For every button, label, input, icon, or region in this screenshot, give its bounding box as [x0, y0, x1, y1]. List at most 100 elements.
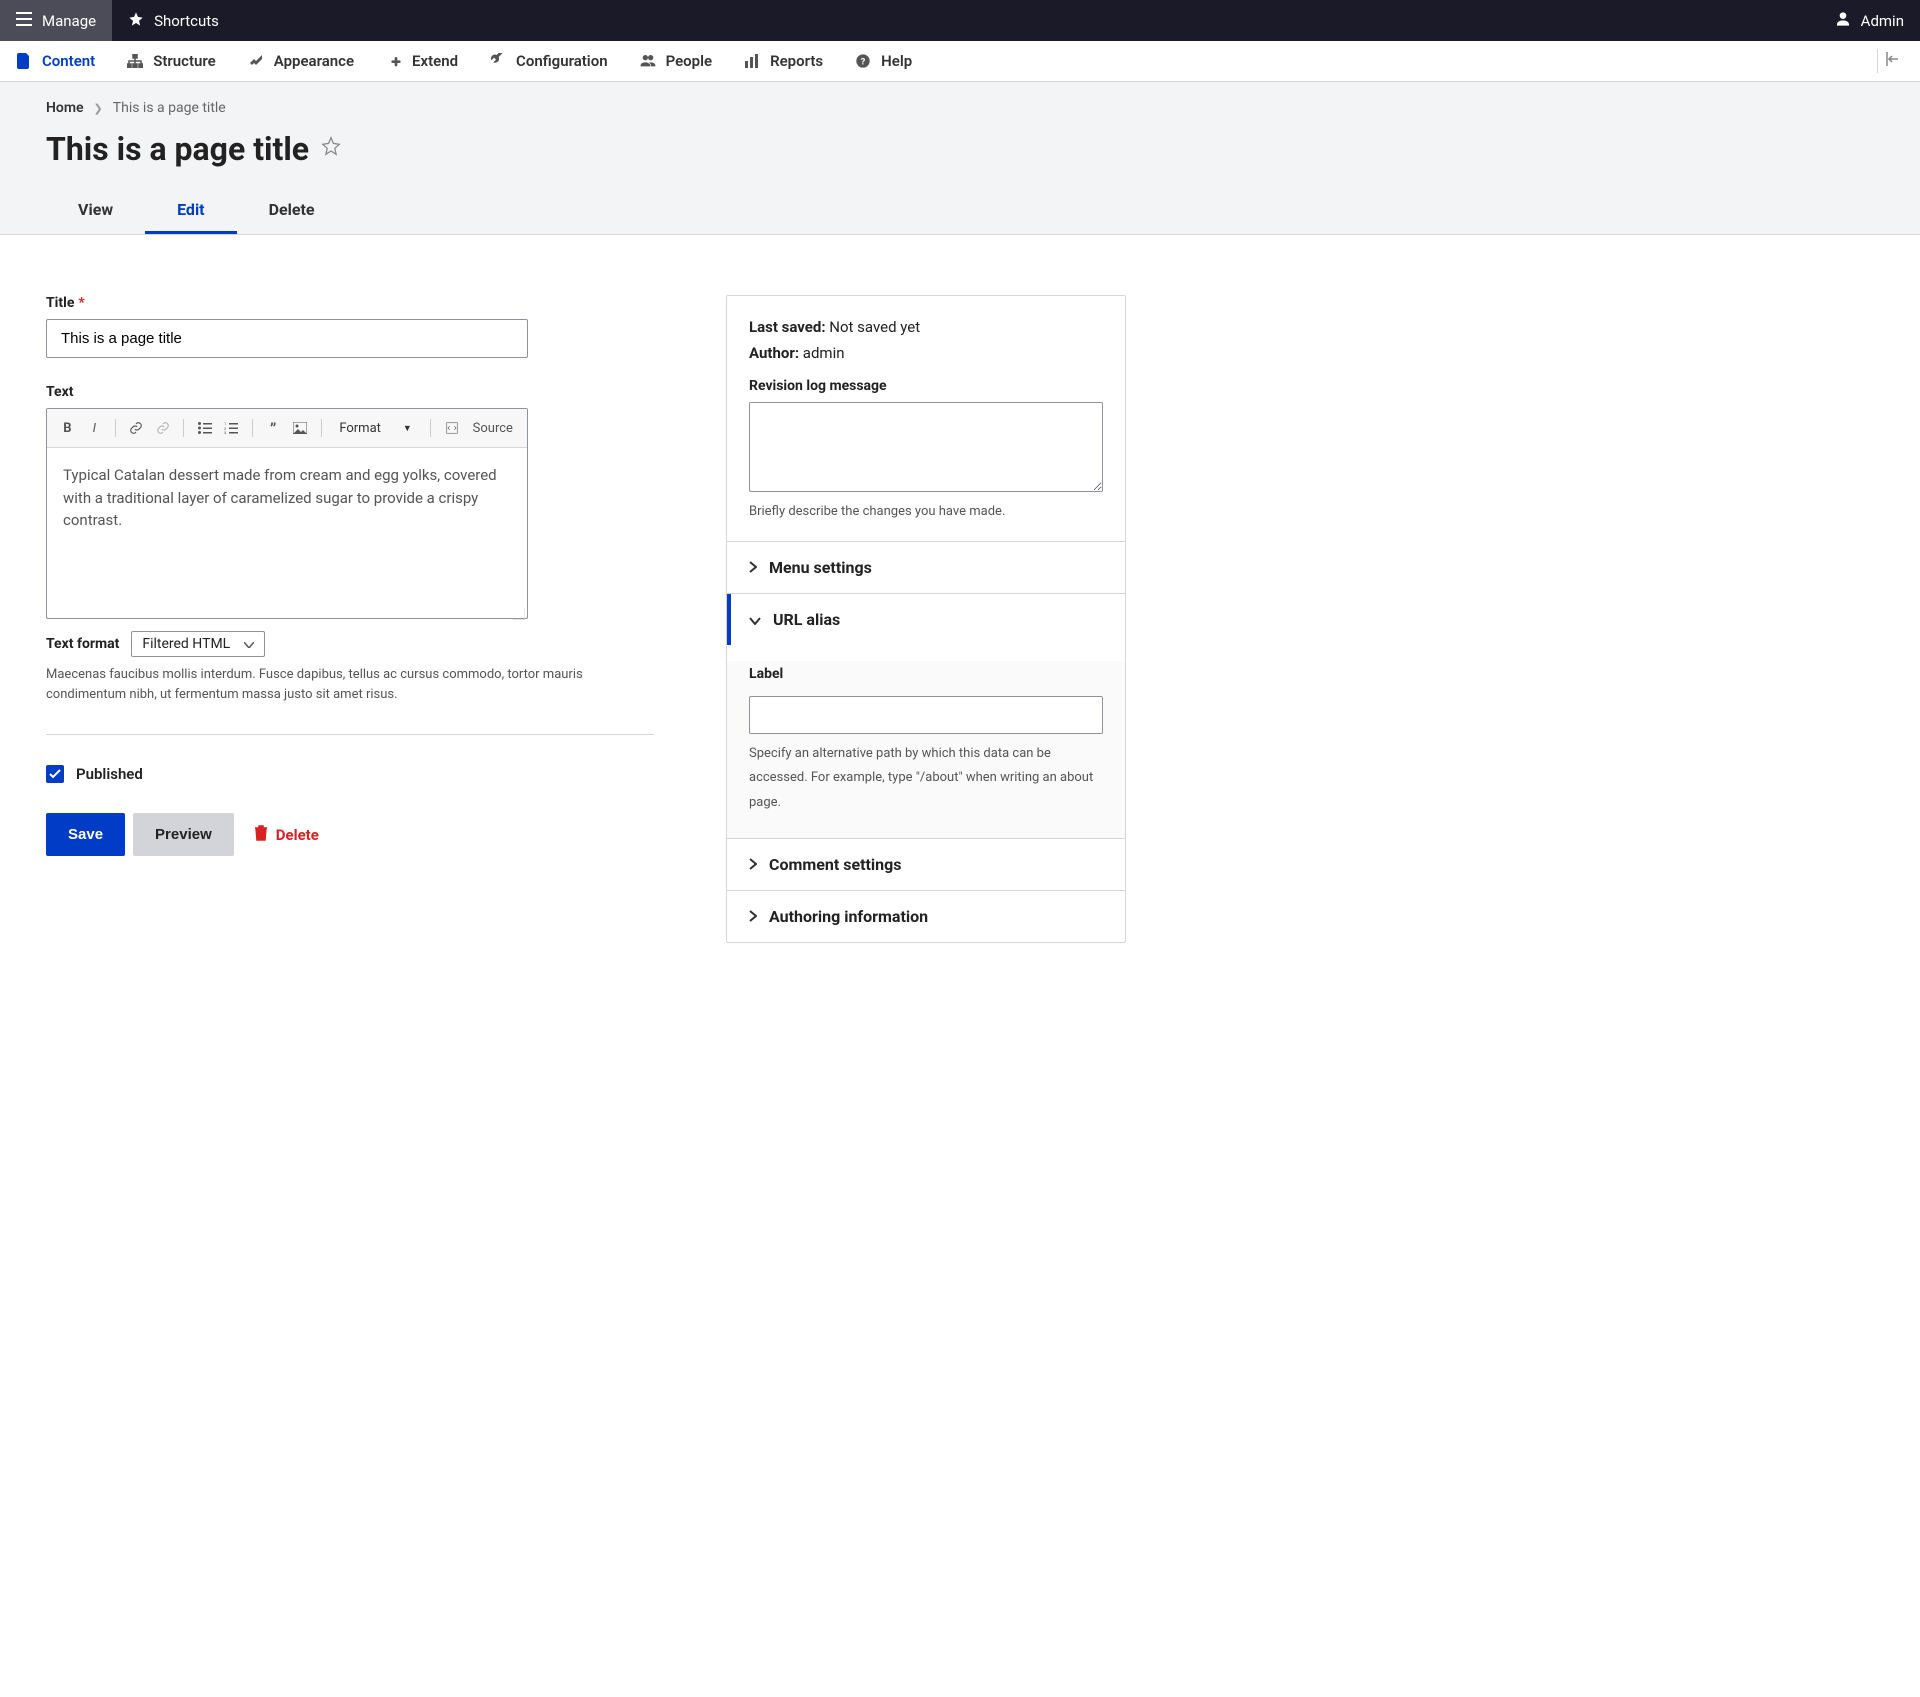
published-label: Published	[76, 765, 143, 783]
source-icon	[441, 415, 463, 441]
accordion-authoring-info[interactable]: Authoring information	[727, 890, 1125, 942]
resize-handle[interactable]	[513, 604, 525, 616]
format-label: Format	[339, 421, 381, 436]
toolbar-left: Manage Shortcuts	[0, 0, 235, 41]
button-row: Save Preview Delete	[46, 813, 656, 856]
user-icon	[1835, 11, 1851, 31]
numbered-list-button[interactable]: 123	[221, 415, 242, 441]
config-icon	[490, 53, 506, 69]
menu-label: Structure	[153, 52, 216, 70]
admin-menu-help[interactable]: ? Help	[839, 41, 928, 81]
sidebar: Last saved: Not saved yet Author: admin …	[726, 295, 1126, 943]
shortcuts-button[interactable]: Shortcuts	[112, 0, 235, 41]
tab-view[interactable]: View	[46, 188, 145, 234]
chevron-down-icon	[749, 610, 761, 629]
menu-label: Help	[881, 52, 912, 70]
format-dropdown[interactable]: Format ▼	[331, 417, 420, 440]
accordion-url-alias[interactable]: URL alias Label Specify an alternative p…	[727, 593, 1125, 838]
editor: B I 123	[46, 408, 528, 619]
structure-icon	[127, 53, 143, 69]
url-alias-body: Label Specify an alternative path by whi…	[727, 661, 1125, 838]
chevron-down-icon	[244, 636, 254, 652]
side-panel: Last saved: Not saved yet Author: admin …	[726, 295, 1126, 943]
text-format-description: Maecenas faucibus mollis interdum. Fusce…	[46, 665, 606, 704]
admin-menu-configuration[interactable]: Configuration	[474, 41, 624, 81]
admin-menu-people[interactable]: People	[624, 41, 729, 81]
top-toolbar: Manage Shortcuts Admin	[0, 0, 1920, 41]
source-button[interactable]: Source	[469, 415, 517, 441]
chevron-right-icon	[749, 855, 757, 874]
people-icon	[640, 53, 656, 69]
unlink-button[interactable]	[152, 415, 173, 441]
published-row: Published	[46, 765, 656, 783]
menu-icon	[16, 12, 32, 30]
preview-button[interactable]: Preview	[133, 813, 234, 856]
text-label: Text	[46, 384, 656, 400]
accordion-comment-settings[interactable]: Comment settings	[727, 838, 1125, 890]
text-format-value: Filtered HTML	[142, 636, 230, 652]
manage-button[interactable]: Manage	[0, 0, 112, 41]
page-title: This is a page title	[46, 130, 1874, 168]
editor-toolbar: B I 123	[47, 409, 527, 448]
accordion-label: Authoring information	[769, 907, 928, 926]
url-alias-input[interactable]	[749, 696, 1103, 734]
admin-menu-reports[interactable]: Reports	[728, 41, 839, 81]
admin-menu-appearance[interactable]: Appearance	[232, 41, 370, 81]
admin-menu-content[interactable]: Content	[0, 41, 111, 81]
divider	[46, 734, 654, 735]
link-button[interactable]	[126, 415, 147, 441]
tabs: View Edit Delete	[46, 188, 1874, 234]
admin-menu: Content Structure Appearance Extend Conf…	[0, 41, 1920, 82]
accordion-menu-settings[interactable]: Menu settings	[727, 541, 1125, 593]
toolbar-separator	[252, 419, 253, 437]
text-group: Text B I 123	[46, 384, 656, 704]
collapse-toggle[interactable]	[1877, 49, 1908, 73]
url-alias-description: Specify an alternative path by which thi…	[749, 742, 1103, 816]
accordion-label: Comment settings	[769, 855, 901, 874]
breadcrumb-current: This is a page title	[113, 100, 226, 116]
breadcrumb-home[interactable]: Home	[46, 100, 84, 116]
chevron-right-icon	[749, 558, 757, 577]
delete-label: Delete	[276, 826, 319, 844]
admin-menu-extend[interactable]: Extend	[370, 41, 474, 81]
title-input[interactable]	[46, 319, 528, 358]
content: Title* Text B I	[0, 235, 1172, 1003]
star-outline-icon[interactable]	[321, 136, 341, 162]
published-checkbox[interactable]	[46, 765, 64, 783]
delete-link[interactable]: Delete	[254, 825, 319, 845]
side-meta: Last saved: Not saved yet Author: admin …	[727, 296, 1125, 541]
toolbar-separator	[115, 419, 116, 437]
help-icon: ?	[855, 53, 871, 69]
menu-label: Content	[42, 52, 95, 70]
source-label: Source	[473, 421, 513, 436]
revision-description: Briefly describe the changes you have ma…	[749, 504, 1103, 519]
bulleted-list-button[interactable]	[194, 415, 215, 441]
url-alias-label: Label	[749, 661, 1103, 688]
italic-button[interactable]: I	[84, 415, 105, 441]
admin-menu-structure[interactable]: Structure	[111, 41, 232, 81]
chevron-down-icon: ▼	[403, 423, 412, 434]
editor-body[interactable]: Typical Catalan dessert made from cream …	[47, 448, 527, 618]
menu-label: Extend	[412, 52, 458, 70]
bold-button[interactable]: B	[57, 415, 78, 441]
header-region: Home ❯ This is a page title This is a pa…	[0, 82, 1920, 235]
last-saved: Last saved: Not saved yet	[749, 318, 1103, 336]
text-format-row: Text format Filtered HTML	[46, 631, 656, 657]
text-format-label: Text format	[46, 636, 119, 652]
image-button[interactable]	[290, 415, 311, 441]
revision-textarea[interactable]	[749, 402, 1103, 492]
blockquote-button[interactable]: ”	[263, 415, 284, 441]
tab-edit[interactable]: Edit	[145, 188, 237, 234]
accordion-label: Menu settings	[769, 558, 872, 577]
page-title-text: This is a page title	[46, 130, 309, 168]
toolbar-separator	[321, 419, 322, 437]
file-icon	[16, 53, 32, 69]
menu-label: People	[666, 52, 713, 70]
tab-delete[interactable]: Delete	[237, 188, 347, 234]
save-button[interactable]: Save	[46, 813, 125, 856]
menu-label: Appearance	[274, 52, 354, 70]
toolbar-separator	[430, 419, 431, 437]
admin-user-button[interactable]: Admin	[1819, 0, 1920, 41]
breadcrumb: Home ❯ This is a page title	[46, 100, 1874, 116]
text-format-select[interactable]: Filtered HTML	[131, 631, 265, 657]
